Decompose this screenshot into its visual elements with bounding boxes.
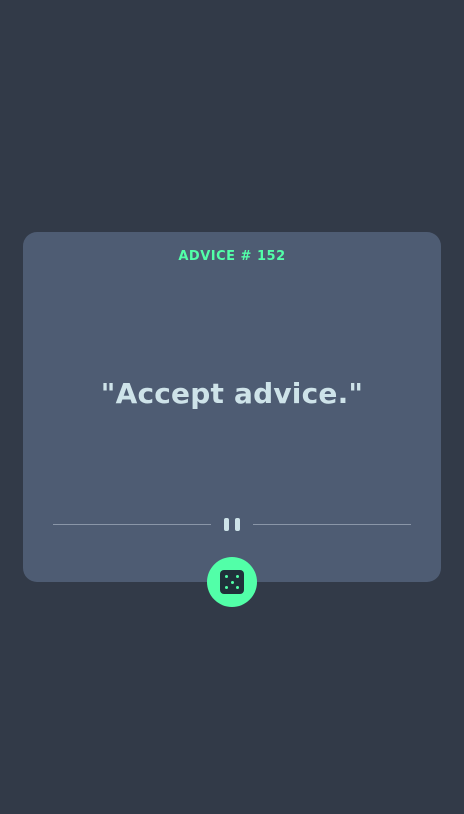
advice-id-label: ADVICE # 152 (178, 249, 286, 264)
dice-icon (220, 570, 244, 594)
pause-icon (224, 518, 241, 532)
advice-quote: "Accept advice." (100, 377, 364, 410)
advice-card: ADVICE # 152 "Accept advice." (23, 232, 441, 582)
divider-line-left (53, 524, 211, 525)
new-advice-button[interactable] (207, 557, 257, 607)
divider-line-right (253, 524, 411, 525)
divider (53, 518, 411, 532)
